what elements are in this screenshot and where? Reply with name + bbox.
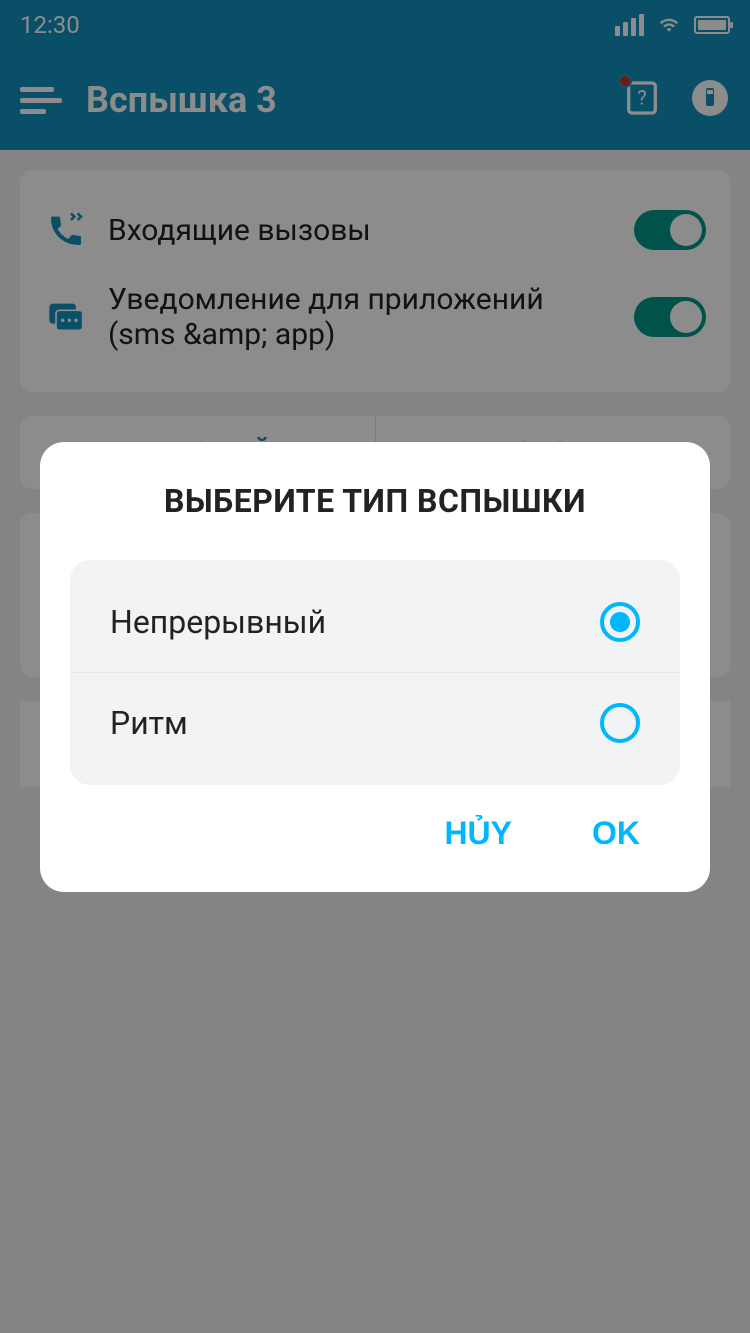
- flash-type-dialog: ВЫБЕРИТЕ ТИП ВСПЫШКИ Непрерывный Ритм HỦ…: [40, 442, 710, 892]
- dialog-title: ВЫБЕРИТЕ ТИП ВСПЫШКИ: [70, 482, 680, 520]
- radio-circle-icon: [600, 602, 640, 642]
- ok-button[interactable]: OK: [592, 815, 640, 852]
- radio-label: Непрерывный: [110, 603, 326, 641]
- modal-overlay[interactable]: ВЫБЕРИТЕ ТИП ВСПЫШКИ Непрерывный Ритм HỦ…: [0, 0, 750, 1333]
- radio-circle-icon: [600, 703, 640, 743]
- radio-option-continuous[interactable]: Непрерывный: [70, 572, 680, 672]
- radio-option-rhythm[interactable]: Ритм: [70, 672, 680, 773]
- radio-group: Непрерывный Ритм: [70, 560, 680, 785]
- cancel-button[interactable]: HỦY: [444, 815, 512, 852]
- radio-label: Ритм: [110, 704, 188, 742]
